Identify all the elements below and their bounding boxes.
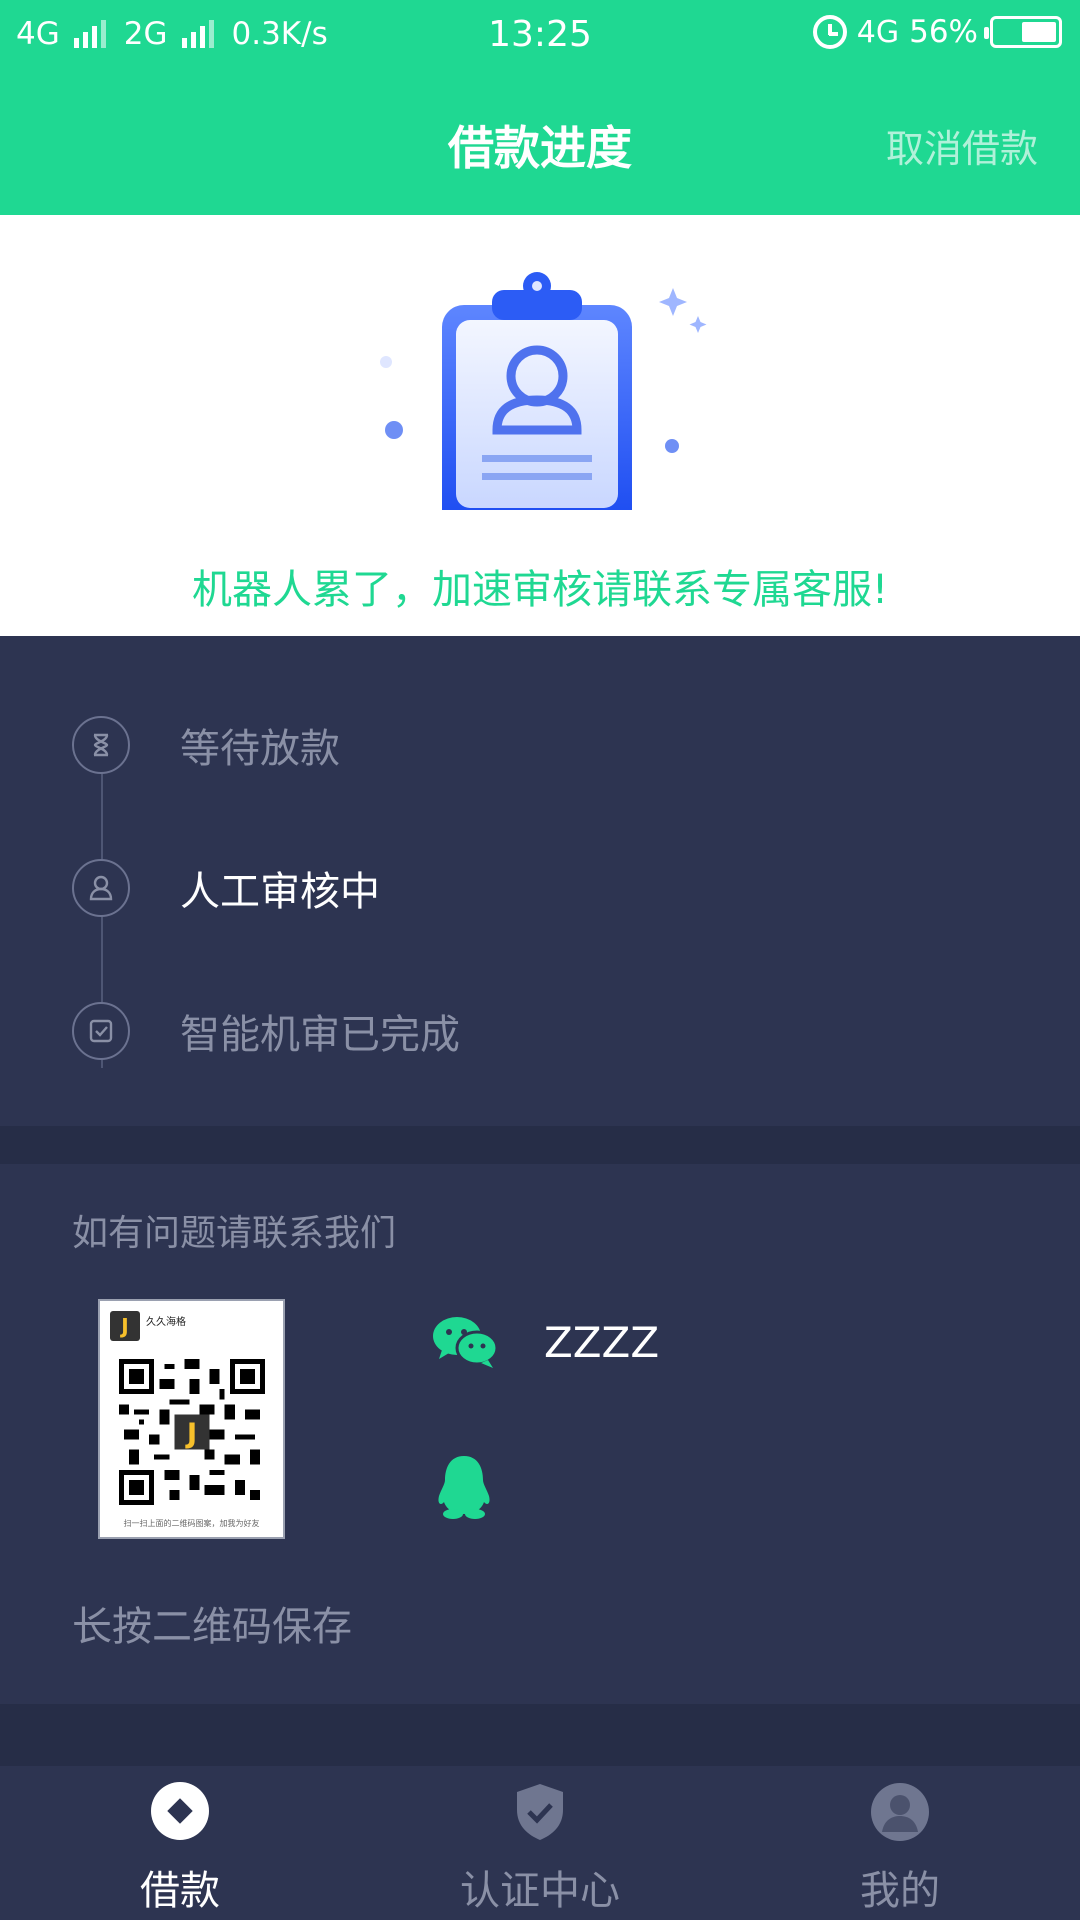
shield-check-icon: [517, 1784, 563, 1840]
battery-percent: 56%: [909, 14, 978, 50]
battery-level: [1022, 22, 1056, 42]
wechat-qr-code[interactable]: J 久久海格 J 扫一扫上面的二维码图案，加我为好友: [98, 1299, 285, 1539]
status-bar: 4G 2G 0.3K/s 13:25 4G 56%: [0, 0, 1080, 76]
tab-loan-label: 借款: [140, 1868, 220, 1914]
qq-penguin-icon: [438, 1456, 490, 1519]
hourglass-icon: [72, 716, 130, 774]
tab-certification-label: 认证中心: [460, 1868, 620, 1914]
loan-icon: [151, 1782, 209, 1840]
timeline-step-auto-review: 智能机审已完成: [72, 1002, 460, 1060]
step-label-manual-review: 人工审核中: [180, 869, 380, 915]
alarm-icon: [812, 15, 847, 49]
clipboard-person-icon: [380, 272, 707, 510]
wechat-id: ZZZZ: [544, 1317, 660, 1367]
cancel-loan-button[interactable]: 取消借款: [886, 118, 1038, 173]
app-header: 4G 2G 0.3K/s 13:25 4G 56% 借款进度 取消借款: [0, 0, 1080, 215]
battery-icon: [984, 16, 1062, 48]
tab-profile[interactable]: 我的: [720, 1766, 1080, 1920]
review-banner: 机器人累了，加速审核请联系专属客服!: [0, 215, 1080, 636]
loan-progress-timeline: 等待放款 人工审核中 智能机审已完成: [0, 636, 1080, 1126]
contact-section: 如有问题请联系我们 J 久久海格 J 扫一扫上面的二维码图案，加我为好友 ZZZ…: [0, 1164, 1080, 1704]
review-tip-text: 机器人累了，加速审核请联系专属客服!: [191, 567, 889, 613]
bottom-tab-bar: 借款 认证中心 我的: [0, 1766, 1080, 1920]
network-type-3: 4G: [856, 14, 900, 50]
step-label-waiting: 等待放款: [180, 726, 340, 772]
tab-certification-center[interactable]: 认证中心: [360, 1766, 720, 1920]
qq-contact[interactable]: [436, 1454, 492, 1524]
wechat-icon: [433, 1317, 498, 1368]
check-box-icon: [72, 1002, 130, 1060]
step-label-auto-review: 智能机审已完成: [180, 1012, 460, 1058]
qr-brand-logo: J: [110, 1311, 140, 1341]
wechat-contact[interactable]: ZZZZ: [432, 1314, 659, 1370]
qr-brand-name: 久久海格: [146, 1317, 186, 1328]
tab-profile-label: 我的: [860, 1868, 940, 1914]
profile-icon: [871, 1783, 929, 1841]
bottom-spacer: [0, 1704, 1080, 1766]
timeline-step-manual-review: 人工审核中: [72, 859, 380, 917]
timeline-step-waiting: 等待放款: [72, 716, 340, 774]
tab-loan[interactable]: 借款: [0, 1766, 360, 1920]
contact-title: 如有问题请联系我们: [72, 1213, 397, 1254]
section-divider: [0, 1126, 1080, 1164]
person-icon: [72, 859, 130, 917]
qr-caption: 扫一扫上面的二维码图案，加我为好友: [123, 1519, 260, 1528]
qr-code-pattern: J: [119, 1359, 265, 1505]
svg-text:J: J: [185, 1417, 197, 1450]
save-qr-hint: 长按二维码保存: [72, 1604, 352, 1650]
